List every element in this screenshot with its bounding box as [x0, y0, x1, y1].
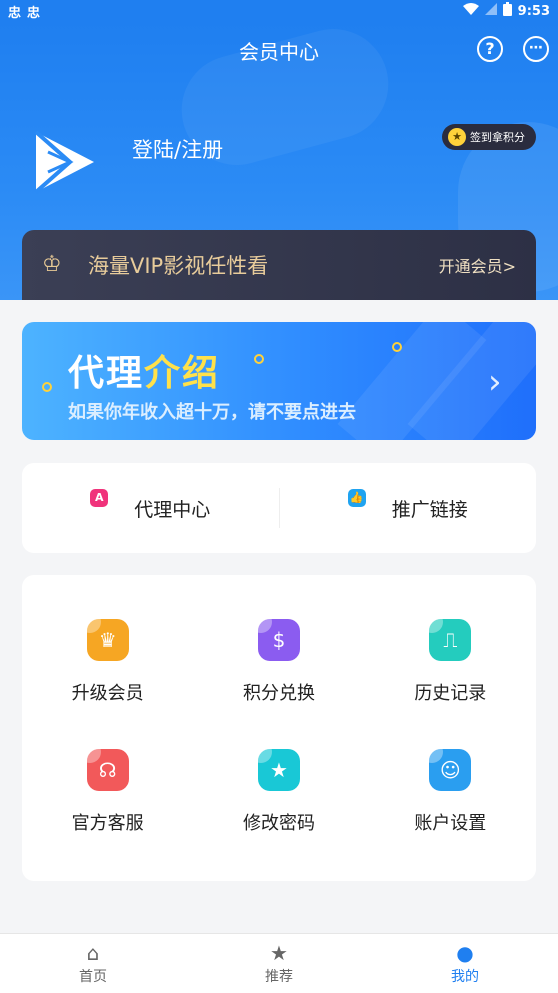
agent-banner-subtitle: 如果你年收入超十万，请不要点进去 [68, 402, 356, 423]
change-password-icon: ★ [257, 749, 300, 791]
agent-center-icon: A [90, 489, 109, 507]
grid-item-history[interactable]: ⎍ 历史记录 [365, 619, 536, 749]
upgrade-member-icon: ♛ [86, 619, 129, 661]
history-icon: ⎍ [429, 619, 472, 661]
grid-item-account-settings[interactable]: ☺ 账户设置 [365, 749, 536, 879]
promote-link-icon: 👍 [347, 489, 366, 507]
tab-label: 我的 [451, 968, 479, 985]
agent-intro-banner[interactable]: 代理介绍 如果你年收入超十万，请不要点进去 › [22, 322, 536, 440]
login-register-link[interactable]: 登陆/注册 [132, 134, 223, 164]
grid-item-customer-service[interactable]: ☊ 官方客服 [22, 749, 193, 879]
checkin-label: 签到拿积分 [470, 131, 525, 144]
tab-mine[interactable]: ● 我的 [372, 934, 558, 993]
agent-banner-title: 代理介绍 [68, 344, 220, 396]
wifi-icon [462, 3, 479, 19]
customer-service-icon: ☊ [86, 749, 129, 791]
star-icon: ★ [448, 128, 466, 146]
promote-link-item[interactable]: 👍 推广链接 [280, 463, 537, 553]
tab-label: 首页 [79, 968, 107, 985]
chevron-right-icon: › [488, 362, 502, 402]
grid-item-change-password[interactable]: ★ 修改密码 [193, 749, 364, 879]
grid-label: 升级会员 [71, 683, 144, 704]
banner-decoration [254, 354, 264, 364]
promote-link-label: 推广链接 [391, 498, 468, 521]
banner-decoration [392, 342, 402, 352]
page-title: 会员中心 [239, 40, 319, 64]
bottom-tab-bar: ⌂ 首页 ★ 推荐 ● 我的 [0, 933, 558, 993]
tab-label: 推荐 [265, 968, 293, 985]
vip-banner[interactable]: ♔ 海量VIP影视任性看 开通会员> [22, 230, 536, 300]
notification-icons: 忠 忠 [8, 2, 40, 21]
agent-title-highlight: 介绍 [144, 353, 221, 394]
profile-icon: ● [456, 940, 474, 965]
function-grid: ♛ 升级会员 $ 积分兑换 ⎍ 历史记录 ☊ 官方客服 ★ 修改密码 ☺ 账户设… [22, 575, 536, 881]
star-icon: ★ [270, 940, 288, 965]
message-icon[interactable]: ⋯ [523, 36, 549, 62]
status-bar: 忠 忠 9:53 [0, 0, 558, 22]
app-logo-icon[interactable] [24, 122, 104, 202]
system-indicators: 9:53 [462, 2, 550, 20]
agent-center-label: 代理中心 [134, 498, 211, 521]
grid-label: 历史记录 [414, 683, 487, 704]
points-exchange-icon: $ [257, 619, 300, 661]
grid-label: 官方客服 [71, 813, 144, 834]
tab-home[interactable]: ⌂ 首页 [0, 934, 186, 993]
open-membership-link[interactable]: 开通会员> [439, 253, 516, 277]
clock: 9:53 [517, 3, 550, 19]
account-settings-icon: ☺ [429, 749, 472, 791]
battery-icon [502, 2, 512, 20]
checkin-button[interactable]: ★ 签到拿积分 [442, 124, 536, 150]
banner-decoration [42, 382, 52, 392]
home-icon: ⌂ [86, 940, 100, 965]
notification-icon: 忠 [8, 5, 22, 21]
grid-item-points-exchange[interactable]: $ 积分兑换 [193, 619, 364, 749]
grid-label: 修改密码 [242, 813, 315, 834]
vip-slogan: 海量VIP影视任性看 [88, 254, 269, 278]
help-icon[interactable]: ? [477, 36, 503, 62]
grid-label: 账户设置 [414, 813, 487, 834]
agent-title-plain: 代理 [68, 353, 145, 394]
notification-icon: 忠 [27, 5, 41, 21]
signal-icon [484, 3, 497, 19]
agent-links-card: A 代理中心 👍 推广链接 [22, 463, 536, 553]
grid-item-upgrade-member[interactable]: ♛ 升级会员 [22, 619, 193, 749]
grid-label: 积分兑换 [242, 683, 315, 704]
crown-icon: ♔ [42, 252, 62, 277]
agent-center-item[interactable]: A 代理中心 [22, 463, 279, 553]
tab-recommend[interactable]: ★ 推荐 [186, 934, 372, 993]
